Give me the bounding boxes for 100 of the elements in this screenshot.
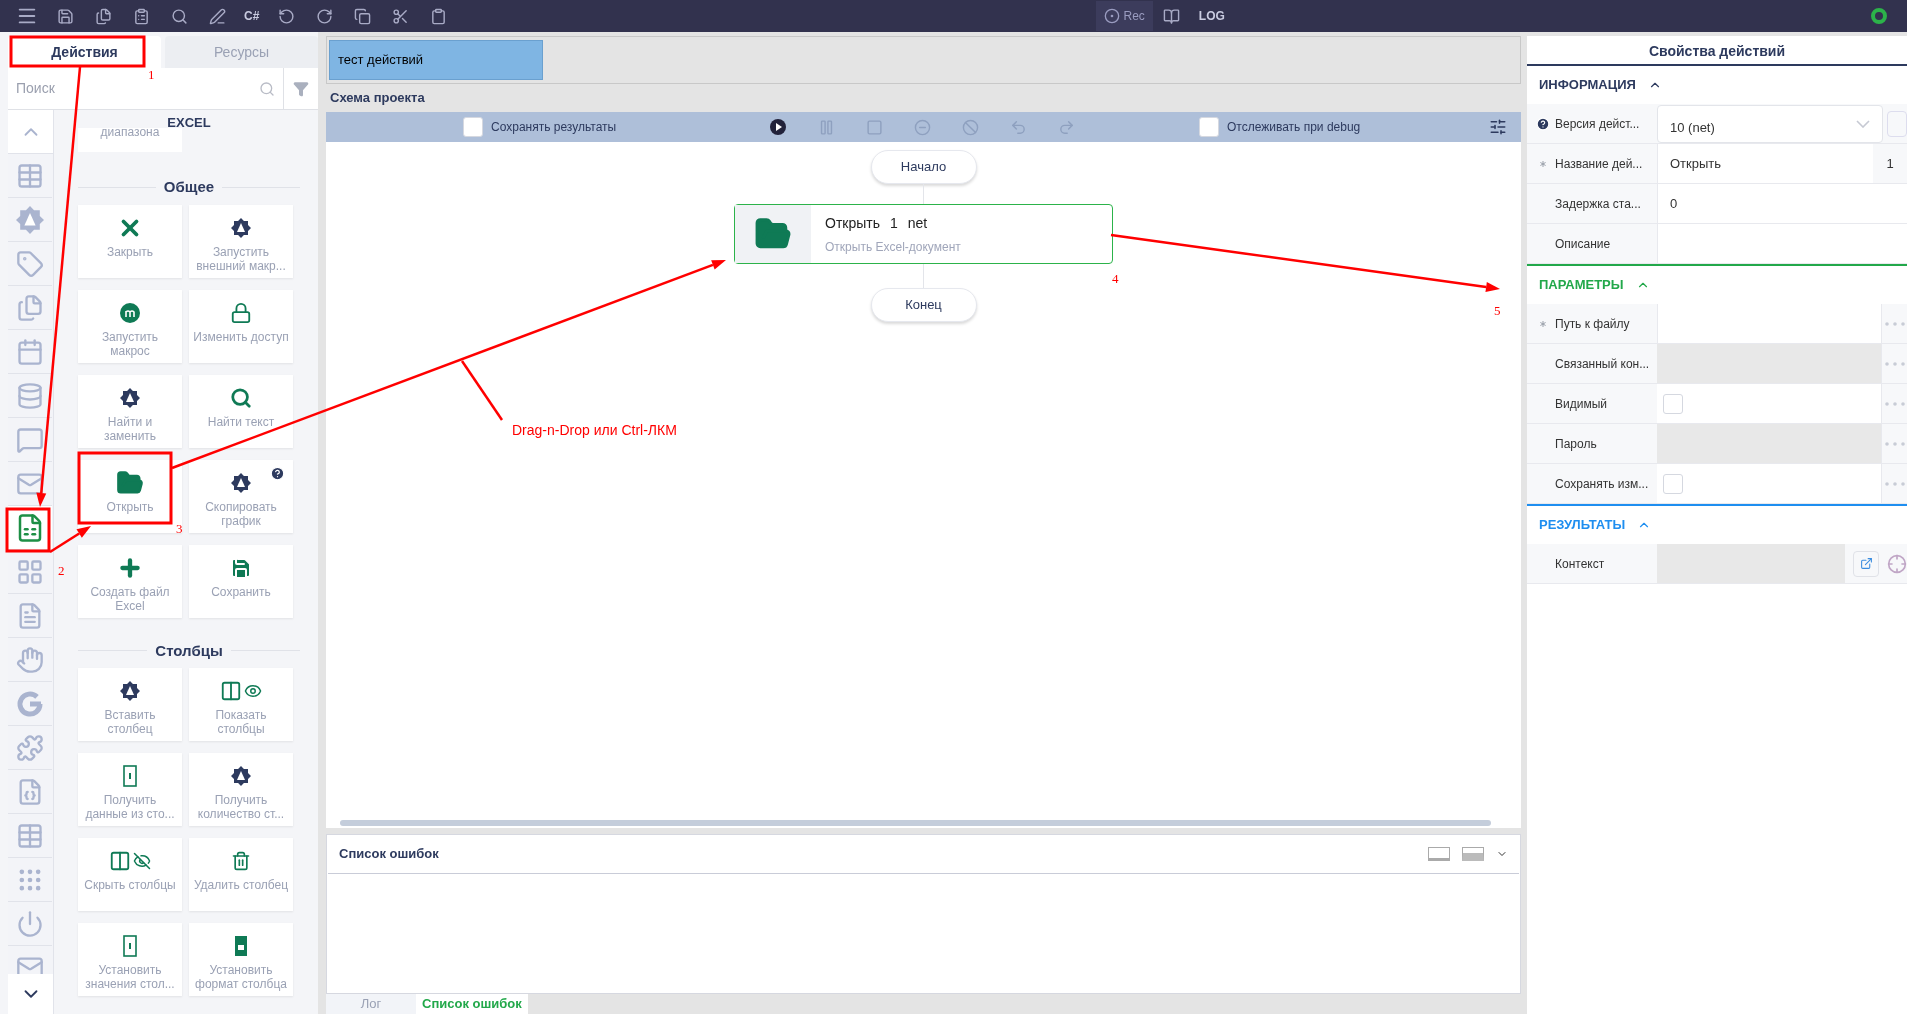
action-label: Открыть: [106, 499, 154, 514]
redo-icon: [315, 7, 333, 25]
section-title: РЕЗУЛЬТАТЫ: [1539, 516, 1626, 535]
checkbox[interactable]: [463, 117, 483, 137]
version-dropdown[interactable]: 10 (net): [1657, 104, 1883, 143]
action-card[interactable]: Вставить столбец: [78, 668, 182, 741]
bottom-tab[interactable]: Лог: [326, 994, 416, 1014]
category-header: EXCEL: [166, 114, 212, 128]
action-card[interactable]: Запустить внешний макр...: [189, 204, 293, 278]
minus-icon: [913, 118, 931, 136]
badge-icon: [231, 766, 251, 786]
export-icon: [1859, 557, 1873, 570]
clipboard-list-icon: [132, 7, 150, 25]
action-card[interactable]: Удалить столбец: [189, 838, 293, 911]
trash-icon: [231, 851, 251, 871]
more-button[interactable]: [1881, 424, 1907, 463]
chevron-down-icon: [1856, 119, 1870, 128]
action-block[interactable]: Открыть 1 net Открыть Excel-документ: [734, 204, 1113, 264]
action-label: Изменить доступ: [193, 329, 289, 344]
hand-icon: [16, 645, 44, 674]
step-number: 5: [1494, 304, 1501, 317]
start-node[interactable]: Начало: [870, 150, 977, 184]
action-label: Установить формат столбца: [194, 963, 288, 991]
filter-button[interactable]: [284, 68, 318, 110]
action-label: Вставить столбец: [103, 708, 157, 736]
action-card[interactable]: Создать файл Excel: [78, 544, 182, 618]
property-label: Задержка ста...: [1555, 195, 1641, 213]
property-label: Сохранять изм...: [1555, 475, 1649, 493]
checkbox[interactable]: [1663, 393, 1683, 414]
settings-icon[interactable]: [1489, 118, 1507, 136]
table-icon: [16, 821, 44, 850]
rec-button[interactable]: Rec: [1095, 1, 1153, 31]
action-card[interactable]: Скопировать график: [189, 459, 293, 533]
grid-icon: [16, 557, 44, 586]
more-button[interactable]: [1881, 464, 1907, 503]
more-button[interactable]: [1881, 304, 1907, 343]
action-label: Удалить столбец: [193, 878, 289, 892]
target-icon[interactable]: [1887, 553, 1907, 574]
action-label: Получить данные из сто...: [84, 793, 176, 821]
action-card[interactable]: Показать столбцы: [189, 668, 293, 741]
export-button[interactable]: [1853, 550, 1879, 577]
search-field[interactable]: Поиск: [16, 78, 259, 99]
puzzle-icon: [16, 733, 44, 762]
scroll-down-button[interactable]: [8, 974, 53, 1014]
action-card[interactable]: Сохранить: [189, 544, 293, 618]
document-tab[interactable]: тест действий: [329, 40, 543, 80]
action-card[interactable]: Установить значения стол...: [78, 923, 182, 996]
action-card[interactable]: Найти текст: [189, 374, 293, 448]
scrollbar[interactable]: [340, 820, 1491, 826]
panel-tab[interactable]: Ресурсы: [165, 36, 318, 68]
action-card[interactable]: Скрыть столбцы: [78, 838, 182, 911]
action-card[interactable]: Закрыть: [78, 204, 182, 278]
badge-icon: [231, 217, 251, 238]
property-label: Версия дейст...: [1555, 115, 1640, 133]
action-card[interactable]: Запустить макрос: [78, 289, 182, 363]
stop-icon: [865, 118, 883, 136]
toolbar-button[interactable]: C#: [236, 2, 268, 30]
more-button[interactable]: [1881, 384, 1907, 423]
badge-icon: [231, 472, 251, 493]
action-card[interactable]: Изменить доступ: [189, 289, 293, 363]
action-card[interactable]: Получить количество ст...: [189, 753, 293, 826]
action-card[interactable]: Найти и заменить: [78, 374, 182, 448]
database-icon: [16, 381, 44, 410]
block-subtitle: Открыть Excel-документ: [825, 238, 961, 256]
tag-icon: [16, 249, 44, 278]
property-label: Путь к файлу: [1555, 315, 1630, 333]
property-label: Описание: [1555, 235, 1611, 253]
g-icon: [16, 689, 44, 718]
badge-icon: [120, 387, 140, 408]
action-label: Найти и заменить: [102, 414, 158, 443]
action-label: Закрыть: [106, 244, 154, 259]
bottom-tab[interactable]: Список ошибок: [416, 994, 528, 1014]
action-card[interactable]: диапазона: [78, 128, 182, 152]
end-node[interactable]: Конец: [870, 288, 977, 322]
text-field[interactable]: 0: [1657, 184, 1907, 223]
checkbox[interactable]: [1663, 473, 1683, 494]
step-number: 3: [176, 522, 183, 535]
leader-line: [460, 360, 504, 421]
scroll-up-button[interactable]: [8, 110, 53, 154]
action-card[interactable]: Получить данные из сто...: [78, 753, 182, 826]
text-field[interactable]: [1657, 224, 1907, 263]
more-icon: [1883, 401, 1906, 406]
text-field[interactable]: Открыть: [1657, 144, 1873, 183]
more-icon: [1883, 481, 1906, 486]
option-label: Сохранять результаты: [491, 119, 617, 136]
block-tag: net: [907, 212, 928, 234]
more-icon: [1883, 321, 1906, 326]
schema-title: Схема проекта: [329, 89, 426, 107]
layout-icon[interactable]: [1462, 847, 1484, 861]
action-card[interactable]: Установить формат столбца: [189, 923, 293, 996]
checkbox[interactable]: [1199, 117, 1219, 137]
search-icon: [230, 386, 252, 409]
properties-title: Свойства действий: [1527, 36, 1907, 66]
layout-icon[interactable]: [1428, 847, 1450, 861]
more-icon: [1883, 441, 1906, 446]
property-label: Пароль: [1555, 435, 1597, 453]
ban-icon: [961, 118, 979, 136]
toolbar-button[interactable]: LOG: [1190, 2, 1233, 30]
more-button[interactable]: [1881, 344, 1907, 383]
more-icon: [1883, 361, 1906, 366]
